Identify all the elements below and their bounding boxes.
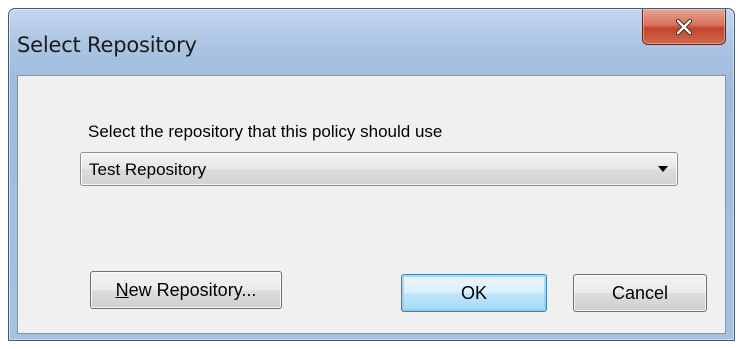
chevron-down-icon [658,166,668,172]
title-bar[interactable]: Select Repository [9,9,734,75]
repository-prompt-label: Select the repository that this policy s… [88,122,443,141]
ok-button-label: OK [460,282,487,303]
cancel-button-label: Cancel [611,282,669,303]
cancel-button[interactable]: Cancel [573,274,707,312]
dialog-window: Select Repository Select the repository … [8,8,735,341]
window-title: Select Repository [17,33,197,57]
new-repository-mnemonic: N [115,279,129,300]
dialog-body: Select the repository that this policy s… [17,75,726,334]
repository-dropdown[interactable]: Test Repository [80,152,678,186]
close-button[interactable] [642,9,726,45]
close-icon [675,18,693,35]
ok-button[interactable]: OK [401,274,547,312]
new-repository-label: ew Repository... [128,279,257,300]
new-repository-button[interactable]: New Repository... [90,271,282,309]
repository-dropdown-value: Test Repository [89,160,207,179]
